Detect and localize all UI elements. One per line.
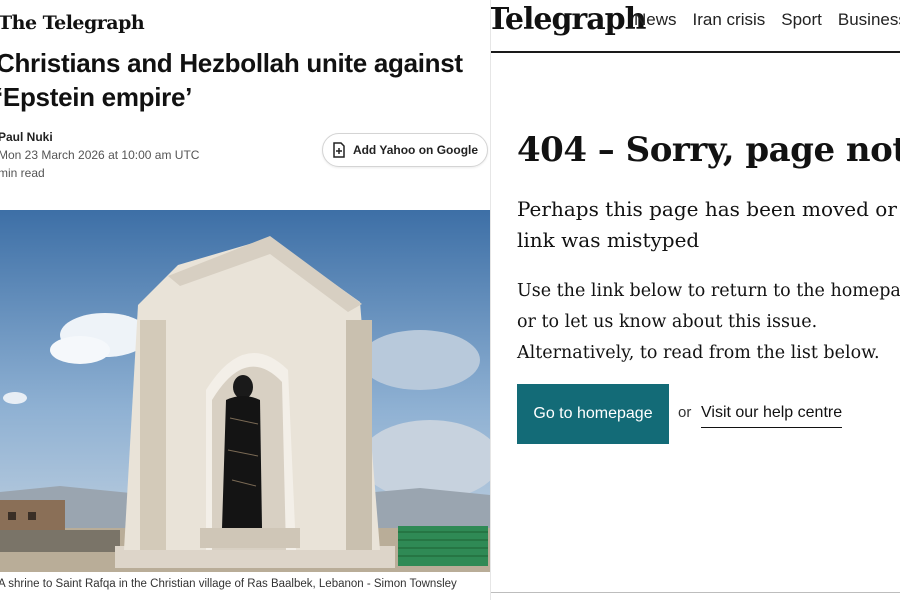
publish-date: Mon 23 March 2026 at 10:00 am UTC: [0, 148, 200, 162]
nav-item-sport[interactable]: Sport: [781, 10, 822, 30]
go-to-homepage-button[interactable]: Go to homepage: [517, 384, 669, 444]
add-button-label: Add Yahoo on Google: [352, 143, 479, 157]
add-yahoo-on-google-button[interactable]: Add Yahoo on Google: [322, 133, 488, 167]
help-centre-link[interactable]: Visit our help centre: [701, 404, 843, 428]
photo-caption: A shrine to Saint Rafqa in the Christian…: [0, 578, 457, 590]
nav-item-business[interactable]: Business: [838, 10, 900, 30]
author-name[interactable]: Paul Nuki: [0, 130, 53, 144]
or-separator: or: [678, 404, 692, 421]
error-body: Use the link below to return to the home…: [517, 281, 900, 363]
nav-item-news[interactable]: News: [634, 10, 677, 30]
error-subtitle: Perhaps this page has been moved or the …: [517, 197, 900, 252]
error-404-panel: Telegraph News Iran crisis Sport Busines…: [491, 0, 900, 600]
nav-item-iran-crisis[interactable]: Iran crisis: [693, 10, 766, 30]
footer-rule: [491, 592, 900, 593]
header-rule: [491, 51, 900, 53]
telegraph-logo[interactable]: The Telegraph: [0, 12, 145, 34]
add-source-icon: [332, 142, 346, 158]
telegraph-logo[interactable]: Telegraph: [491, 2, 646, 37]
error-title: 404 – Sorry, page not found: [517, 130, 900, 170]
shrine-photo: [0, 210, 490, 572]
site-header: Telegraph News Iran crisis Sport Busines…: [491, 0, 900, 48]
article-panel: The Telegraph Christians and Hezbollah u…: [0, 0, 490, 600]
main-nav: News Iran crisis Sport Business: [634, 10, 900, 30]
read-time: min read: [0, 166, 45, 180]
article-headline: Christians and Hezbollah unite against ‘…: [0, 48, 463, 112]
